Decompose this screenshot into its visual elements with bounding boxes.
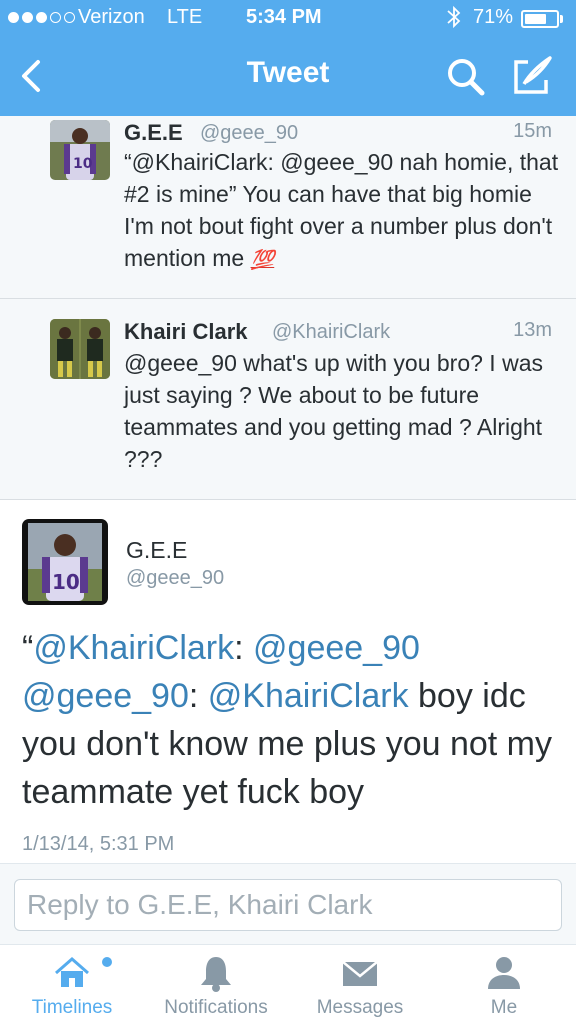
tweet-reply[interactable]: Khairi Clark @KhairiClark 13m @geee_90 w… — [0, 299, 576, 500]
bluetooth-icon — [446, 5, 462, 35]
hundred-points-icon: 💯 — [250, 250, 275, 271]
envelope-icon — [340, 953, 380, 998]
tweet-time: 13m — [513, 319, 552, 341]
home-icon — [52, 953, 92, 998]
nav-header: Verizon LTE 5:34 PM 71% Tweet — [0, 0, 576, 116]
svg-text:10: 10 — [73, 156, 93, 172]
tab-messages[interactable]: Messages — [300, 945, 420, 1024]
page-title: Tweet — [246, 56, 330, 89]
compose-icon — [514, 56, 552, 94]
author-handle[interactable]: @KhairiClark — [272, 321, 390, 344]
mention-link[interactable]: @geee_90 — [253, 629, 420, 667]
author-name[interactable]: Khairi Clark — [124, 319, 248, 345]
avatar[interactable] — [50, 319, 110, 379]
avatar[interactable]: 10 — [50, 120, 110, 180]
tab-bar: Timelines Notifications Messages Me — [0, 944, 576, 1024]
person-icon — [484, 953, 524, 998]
tweet-time: 15m — [513, 120, 552, 142]
status-bar: Verizon LTE 5:34 PM 71% — [0, 0, 576, 38]
search-button[interactable] — [444, 54, 488, 98]
tab-label: Me — [490, 997, 518, 1018]
author-handle[interactable]: @geee_90 — [126, 567, 224, 590]
tweet-timestamp: 1/13/14, 5:31 PM — [22, 833, 175, 855]
tab-me[interactable]: Me — [446, 945, 562, 1024]
tab-label: Timelines — [31, 997, 113, 1018]
carrier-name: Verizon — [78, 6, 145, 28]
main-tweet: 10 G.E.E @geee_90 “@KhairiClark: @geee_9… — [0, 500, 576, 864]
mention-link[interactable]: @KhairiClark — [208, 677, 409, 715]
bell-icon — [196, 953, 236, 998]
signal-strength-icon — [8, 12, 75, 23]
author-name[interactable]: G.E.E — [124, 120, 183, 146]
tweet-text: “@KhairiClark: @geee_90 nah homie, that … — [124, 146, 564, 277]
compose-button[interactable] — [508, 54, 556, 98]
network-type: LTE — [167, 6, 203, 28]
author-handle[interactable]: @geee_90 — [200, 122, 298, 145]
tweet-reply[interactable]: 10 G.E.E @geee_90 15m “@KhairiClark: @ge… — [0, 116, 576, 299]
author-name[interactable]: G.E.E — [126, 537, 187, 564]
mention-link[interactable]: @KhairiClark — [33, 629, 234, 667]
tab-label: Messages — [316, 997, 404, 1018]
status-time: 5:34 PM — [246, 6, 322, 28]
tab-notifications[interactable]: Notifications — [148, 945, 284, 1024]
search-icon — [448, 59, 485, 96]
mention-link[interactable]: @geee_90 — [22, 677, 189, 715]
reply-input[interactable] — [14, 879, 562, 931]
new-content-indicator — [102, 957, 112, 967]
svg-text:10: 10 — [52, 570, 80, 594]
avatar[interactable]: 10 — [22, 519, 108, 605]
tweet-text: “@KhairiClark: @geee_90 @geee_90: @Khair… — [22, 629, 552, 811]
battery-percent: 71% — [473, 6, 514, 28]
tab-timelines[interactable]: Timelines — [6, 945, 138, 1024]
battery-icon — [521, 10, 559, 28]
tab-label: Notifications — [164, 997, 268, 1018]
reply-bar — [0, 864, 576, 944]
tweet-text: @geee_90 what's up with you bro? I was j… — [124, 350, 543, 472]
